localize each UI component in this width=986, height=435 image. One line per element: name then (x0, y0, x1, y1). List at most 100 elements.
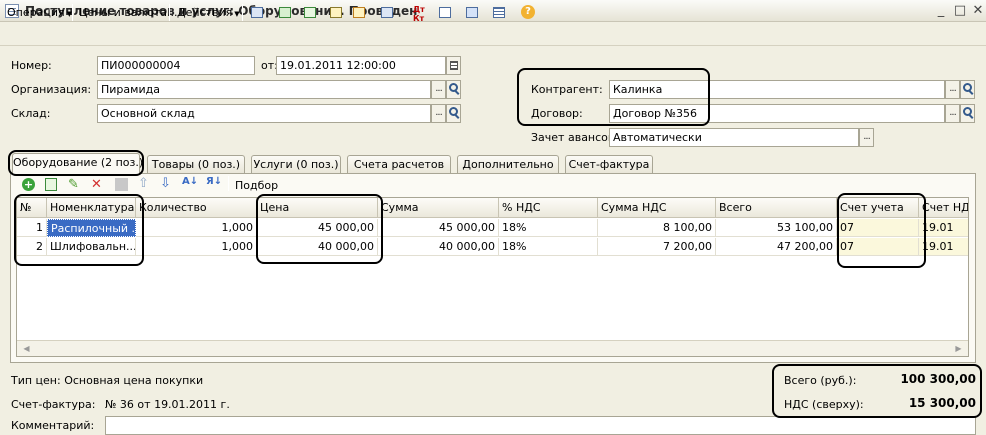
column-header-vat-sum[interactable]: Сумма НДС (598, 198, 716, 218)
organization-field[interactable]: Пирамида (97, 80, 431, 99)
tab-settlement-accounts[interactable]: Счета расчетов (347, 155, 451, 173)
column-header-vat-rate[interactable]: % НДС (499, 198, 598, 218)
horizontal-scrollbar[interactable]: ◀ ▶ (17, 340, 968, 356)
print-icon[interactable] (327, 4, 345, 21)
sort-asc-icon[interactable]: А↓ (182, 176, 198, 187)
toolbar-separator (72, 4, 73, 21)
column-header-price[interactable]: Цена (257, 198, 378, 218)
calendar-icon (450, 61, 458, 70)
search-icon (449, 83, 458, 92)
table-cell[interactable]: 53 100,00 (716, 219, 837, 237)
column-header-nomenclature[interactable]: Номенклатура (47, 198, 136, 218)
minimize-icon[interactable]: _ (932, 3, 950, 19)
warehouse-select-button[interactable]: ... (431, 104, 446, 123)
contractor-select-button[interactable]: ... (945, 80, 960, 99)
table-cell[interactable]: 1 (17, 219, 47, 237)
delete-row-icon[interactable]: ✕ (91, 177, 102, 192)
scroll-left-icon[interactable]: ◀ (19, 342, 34, 355)
edit-row-icon[interactable]: ✎ (68, 177, 79, 192)
table-cell[interactable]: 47 200,00 (716, 238, 837, 256)
export-icon[interactable] (350, 4, 368, 21)
pick-button[interactable]: Подбор (235, 179, 278, 192)
scroll-right-icon[interactable]: ▶ (951, 342, 966, 355)
column-header-total[interactable]: Всего (716, 198, 837, 218)
table-cell[interactable]: 45 000,00 (257, 219, 378, 237)
number-field[interactable]: ПИ000000004 (97, 56, 255, 75)
table-cell[interactable]: 8 100,00 (598, 219, 716, 237)
table-cell[interactable]: 19.01 (919, 238, 968, 256)
total-label: Всего (руб.): (784, 374, 857, 387)
vat-value: 15 300,00 (908, 396, 976, 410)
price-type-label: Тип цен: Основная цена покупки (11, 374, 204, 387)
tab-equipment[interactable]: Оборудование (2 поз.) (12, 153, 143, 174)
organization-open-button[interactable] (446, 80, 461, 99)
advance-offset-select-button[interactable]: ... (859, 128, 874, 147)
table-cell[interactable]: 40 000,00 (378, 238, 499, 256)
column-header-account[interactable]: Счет учета (837, 198, 919, 218)
contract-label: Договор: (531, 107, 583, 120)
end-edit-icon[interactable] (115, 178, 128, 191)
organization-label: Организация: (11, 83, 92, 96)
warehouse-field[interactable]: Основной склад (97, 104, 431, 123)
table-cell[interactable]: 18% (499, 219, 598, 237)
go-to-icon[interactable] (378, 4, 396, 21)
number-label: Номер: (11, 59, 52, 72)
equipment-table: № Номенклатура Количество Цена Сумма % Н… (16, 197, 969, 357)
table-cell[interactable]: 07 (837, 219, 919, 237)
structure-icon[interactable] (463, 4, 481, 21)
post-icon[interactable] (248, 4, 266, 21)
maximize-icon[interactable]: □ (951, 3, 969, 19)
table-cell[interactable]: 1,000 (136, 238, 257, 256)
refresh-icon[interactable] (276, 4, 294, 21)
report-icon[interactable] (436, 4, 454, 21)
toolbar-separator (169, 4, 170, 21)
operation-menu[interactable]: Операция ▼ (7, 5, 72, 21)
table-cell[interactable]: Распилочный ... (47, 219, 136, 237)
list-settings-icon[interactable] (490, 4, 508, 21)
table-cell[interactable]: 07 (837, 238, 919, 256)
sort-desc-icon[interactable]: Я↓ (206, 176, 222, 187)
contract-field[interactable]: Договор №356 (609, 104, 945, 123)
calendar-button[interactable] (446, 56, 461, 75)
copy-icon[interactable] (301, 4, 319, 21)
move-up-icon[interactable]: ⇧ (138, 176, 149, 191)
table-cell[interactable]: 40 000,00 (257, 238, 378, 256)
help-icon[interactable]: ? (519, 4, 537, 21)
contract-select-button[interactable]: ... (945, 104, 960, 123)
tab-invoice[interactable]: Счет-фактура (565, 155, 653, 173)
advance-offset-field[interactable]: Автоматически (609, 128, 859, 147)
contractor-field[interactable]: Калинка (609, 80, 945, 99)
contract-open-button[interactable] (960, 104, 975, 123)
date-field[interactable]: 19.01.2011 12:00:00 (276, 56, 446, 75)
contractor-open-button[interactable] (960, 80, 975, 99)
invoice-link[interactable]: № 36 от 19.01.2011 г. (105, 398, 230, 411)
prices-currency-button[interactable]: Цены и валюта... (79, 5, 177, 21)
column-header-number[interactable]: № (17, 198, 47, 218)
add-row-icon[interactable]: + (22, 178, 35, 191)
contractor-label: Контрагент: (531, 83, 603, 96)
dt-kt-icon[interactable]: Дт Кт (411, 4, 429, 23)
table-cell[interactable]: 2 (17, 238, 47, 256)
tab-additional[interactable]: Дополнительно (457, 155, 559, 173)
comment-field[interactable] (105, 416, 976, 435)
table-cell[interactable]: 1,000 (136, 219, 257, 237)
tab-goods[interactable]: Товары (0 поз.) (147, 155, 245, 173)
close-icon[interactable]: ✕ (969, 3, 986, 19)
warehouse-open-button[interactable] (446, 104, 461, 123)
column-header-quantity[interactable]: Количество (136, 198, 257, 218)
price-type-value[interactable]: Основная цена покупки (64, 374, 203, 387)
column-header-vat-account[interactable]: Счет НДС (919, 198, 968, 218)
table-cell[interactable]: 45 000,00 (378, 219, 499, 237)
tab-services[interactable]: Услуги (0 поз.) (251, 155, 341, 173)
table-cell[interactable]: 19.01 (919, 219, 968, 237)
table-cell[interactable]: 18% (499, 238, 598, 256)
total-value: 100 300,00 (900, 372, 976, 386)
search-icon (963, 107, 972, 116)
copy-row-icon[interactable] (45, 178, 57, 191)
actions-menu[interactable]: Действия ▼ (177, 5, 240, 21)
column-header-sum[interactable]: Сумма (378, 198, 499, 218)
move-down-icon[interactable]: ⇩ (160, 176, 171, 191)
organization-select-button[interactable]: ... (431, 80, 446, 99)
table-cell[interactable]: Шлифовальн... (47, 238, 136, 256)
table-cell[interactable]: 7 200,00 (598, 238, 716, 256)
